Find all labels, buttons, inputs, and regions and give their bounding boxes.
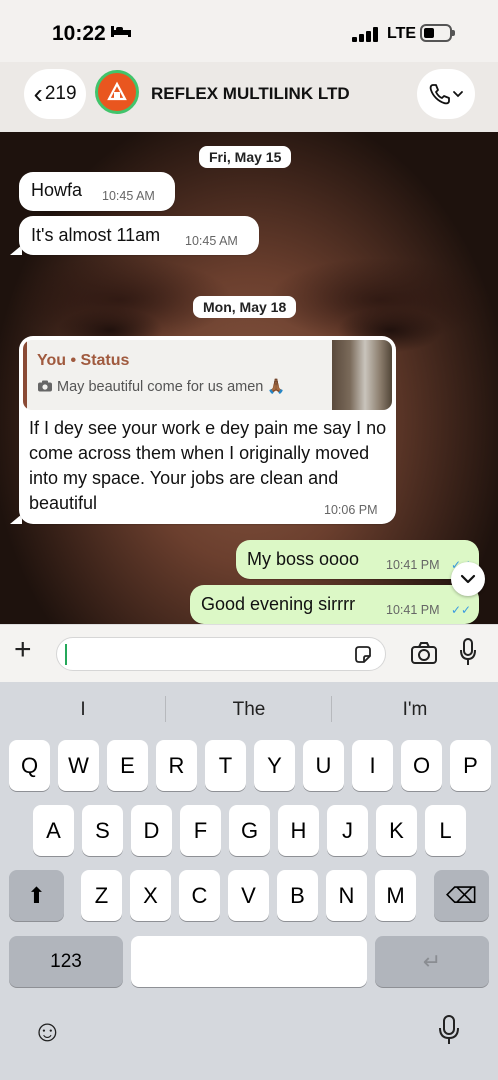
scroll-to-bottom-button[interactable]	[451, 562, 485, 596]
key-k[interactable]: K	[376, 805, 417, 856]
key-n[interactable]: N	[326, 870, 367, 921]
shift-key[interactable]: ⬆	[9, 870, 64, 921]
quote-author: You • Status	[37, 352, 130, 369]
quote-text-value: May beautiful come for us amen 🙏🏾	[57, 379, 286, 395]
chevron-down-icon	[460, 574, 476, 584]
read-receipt-icon: ✓✓	[451, 603, 472, 617]
message-text: Howfa	[31, 180, 83, 200]
return-key[interactable]: ↵	[375, 936, 489, 987]
status-bar: 10:22 LTE	[0, 0, 498, 62]
message-incoming[interactable]: It's almost 11am 10:45 AM	[19, 216, 259, 255]
reflex-logo-icon	[107, 81, 127, 101]
date-separator: Fri, May 15	[199, 146, 292, 168]
quoted-status[interactable]: You • Status May beautiful come for us a…	[23, 340, 392, 410]
key-x[interactable]: X	[130, 870, 171, 921]
message-time: 10:41 PM	[386, 558, 440, 572]
microphone-icon[interactable]	[459, 638, 477, 666]
key-v[interactable]: V	[228, 870, 269, 921]
suggestion-3[interactable]: I'm	[332, 692, 498, 728]
key-u[interactable]: U	[303, 740, 344, 791]
keyboard: I The I'm ⬆ ⌫ 123 ↵ ☺ QWERTYUIOPASDFGHJK…	[0, 682, 498, 1080]
key-y[interactable]: Y	[254, 740, 295, 791]
suggestion-1[interactable]: I	[0, 692, 166, 728]
key-w[interactable]: W	[58, 740, 99, 791]
key-z[interactable]: Z	[81, 870, 122, 921]
message-time: 10:45 AM	[185, 234, 238, 248]
key-s[interactable]: S	[82, 805, 123, 856]
message-input[interactable]	[56, 637, 386, 671]
message-text: My boss oooo	[247, 549, 360, 569]
chat-header: ‹ 219 REFLEX MULTILINK LTD	[0, 62, 498, 132]
message-incoming[interactable]: Howfa 10:45 AM	[19, 172, 175, 211]
message-incoming-reply[interactable]: You • Status May beautiful come for us a…	[19, 336, 396, 524]
suggestion-2[interactable]: The	[166, 692, 332, 728]
key-d[interactable]: D	[131, 805, 172, 856]
camera-small-icon	[38, 380, 52, 392]
key-e[interactable]: E	[107, 740, 148, 791]
message-time: 10:06 PM	[324, 503, 378, 517]
backspace-key[interactable]: ⌫	[434, 870, 489, 921]
key-o[interactable]: O	[401, 740, 442, 791]
key-j[interactable]: J	[327, 805, 368, 856]
sticker-icon[interactable]	[353, 645, 373, 665]
key-t[interactable]: T	[205, 740, 246, 791]
numbers-key[interactable]: 123	[9, 936, 123, 987]
quote-text: May beautiful come for us amen 🙏🏾	[37, 378, 285, 395]
message-time: 10:45 AM	[102, 189, 155, 203]
key-m[interactable]: M	[375, 870, 416, 921]
key-r[interactable]: R	[156, 740, 197, 791]
sleep-focus-icon	[110, 24, 132, 43]
message-outgoing[interactable]: My boss oooo 10:41 PM ✓✓	[236, 540, 479, 579]
key-c[interactable]: C	[179, 870, 220, 921]
message-text: Good evening sirrrr	[201, 594, 356, 614]
battery-icon	[420, 24, 455, 42]
key-f[interactable]: F	[180, 805, 221, 856]
dictation-mic-icon[interactable]	[438, 1014, 460, 1046]
key-q[interactable]: Q	[9, 740, 50, 791]
emoji-icon[interactable]: ☺	[32, 1015, 63, 1049]
unread-count: 219	[44, 83, 77, 104]
space-key[interactable]	[131, 936, 367, 987]
key-h[interactable]: H	[278, 805, 319, 856]
call-button[interactable]	[417, 69, 475, 119]
key-b[interactable]: B	[277, 870, 318, 921]
back-button[interactable]: ‹ 219	[24, 69, 86, 119]
message-text: It's almost 11am	[31, 225, 161, 245]
chevron-left-icon: ‹	[33, 78, 43, 109]
message-outgoing[interactable]: Good evening sirrrr 10:41 PM ✓✓	[190, 585, 479, 624]
attach-plus-icon[interactable]: +	[14, 635, 32, 665]
quote-accent-bar	[23, 340, 27, 410]
status-thumbnail	[332, 340, 392, 410]
chat-title[interactable]: REFLEX MULTILINK LTD	[151, 84, 350, 104]
camera-icon[interactable]	[410, 641, 438, 665]
avatar[interactable]	[95, 70, 139, 114]
key-g[interactable]: G	[229, 805, 270, 856]
key-i[interactable]: I	[352, 740, 393, 791]
key-l[interactable]: L	[425, 805, 466, 856]
message-text: If I dey see your work e dey pain me say…	[29, 418, 387, 513]
key-p[interactable]: P	[450, 740, 491, 791]
key-a[interactable]: A	[33, 805, 74, 856]
phone-icon	[429, 84, 463, 105]
message-composer: +	[0, 624, 498, 683]
message-time: 10:41 PM	[386, 603, 440, 617]
text-caret	[65, 644, 67, 665]
network-type: LTE	[387, 25, 417, 42]
status-time: 10:22	[52, 22, 106, 45]
cellular-signal-icon	[352, 26, 382, 42]
date-separator: Mon, May 18	[193, 296, 297, 318]
